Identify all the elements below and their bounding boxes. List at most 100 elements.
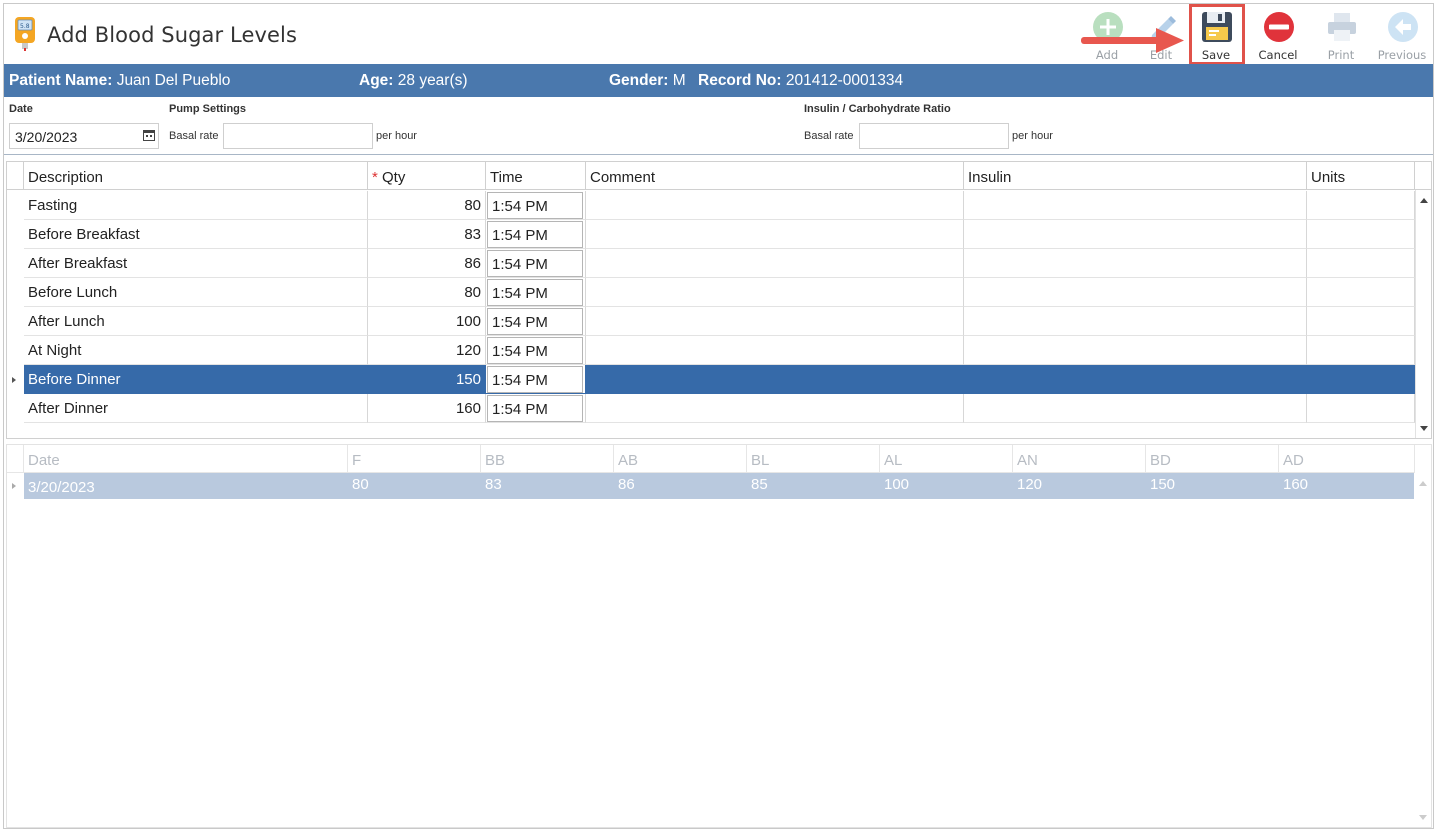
- units-cell[interactable]: [1307, 307, 1415, 336]
- table-row[interactable]: Before Lunch 80 1:54 PM: [7, 278, 1415, 307]
- insulin-cell[interactable]: [964, 365, 1307, 394]
- description-cell[interactable]: Fasting: [24, 191, 368, 220]
- header-description[interactable]: Description: [24, 162, 368, 190]
- time-input[interactable]: 1:54 PM: [487, 337, 583, 364]
- units-cell[interactable]: [1307, 191, 1415, 220]
- summary-header-cell[interactable]: BL: [747, 445, 880, 473]
- table-row[interactable]: Before Dinner 150 1:54 PM: [7, 365, 1415, 394]
- summary-grid: Date F BB AB BL AL AN BD AD 3/20/2023 80 83 86 85 100…: [6, 444, 1432, 828]
- qty-cell[interactable]: 83: [368, 220, 486, 249]
- comment-cell[interactable]: [586, 394, 964, 423]
- time-cell[interactable]: 1:54 PM: [486, 220, 586, 249]
- time-cell[interactable]: 1:54 PM: [486, 336, 586, 365]
- pump-basal-rate-input[interactable]: [223, 123, 373, 149]
- time-input[interactable]: 1:54 PM: [487, 395, 583, 422]
- time-input[interactable]: 1:54 PM: [487, 366, 583, 393]
- comment-cell[interactable]: [586, 278, 964, 307]
- table-row[interactable]: Fasting 80 1:54 PM: [7, 191, 1415, 220]
- table-row[interactable]: After Lunch 100 1:54 PM: [7, 307, 1415, 336]
- scroll-down-icon[interactable]: [1419, 815, 1427, 820]
- print-button[interactable]: Print: [1313, 7, 1369, 63]
- comment-cell[interactable]: [586, 191, 964, 220]
- qty-cell[interactable]: 120: [368, 336, 486, 365]
- time-cell[interactable]: 1:54 PM: [486, 249, 586, 278]
- time-input[interactable]: 1:54 PM: [487, 221, 583, 248]
- time-cell[interactable]: 1:54 PM: [486, 394, 586, 423]
- comment-cell[interactable]: [586, 365, 964, 394]
- scroll-up-icon[interactable]: [1419, 481, 1427, 486]
- time-cell[interactable]: 1:54 PM: [486, 307, 586, 336]
- divider: [4, 154, 1433, 155]
- description-cell[interactable]: At Night: [24, 336, 368, 365]
- units-cell[interactable]: [1307, 336, 1415, 365]
- qty-cell[interactable]: 160: [368, 394, 486, 423]
- table-row[interactable]: Before Breakfast 83 1:54 PM: [7, 220, 1415, 249]
- insulin-cell[interactable]: [964, 307, 1307, 336]
- time-input[interactable]: 1:54 PM: [487, 308, 583, 335]
- summary-header-cell[interactable]: AN: [1013, 445, 1146, 473]
- scroll-down-icon[interactable]: [1420, 426, 1428, 431]
- description-cell[interactable]: Before Lunch: [24, 278, 368, 307]
- qty-cell[interactable]: 80: [368, 191, 486, 220]
- comment-cell[interactable]: [586, 307, 964, 336]
- comment-cell[interactable]: [586, 249, 964, 278]
- summary-header-cell[interactable]: AB: [614, 445, 747, 473]
- summary-header-cell[interactable]: F: [348, 445, 481, 473]
- insulin-cell[interactable]: [964, 249, 1307, 278]
- summary-header-cell[interactable]: BB: [481, 445, 614, 473]
- save-highlight-box: [1189, 4, 1245, 65]
- patient-age: Age: 28 year(s): [359, 72, 468, 90]
- units-cell[interactable]: [1307, 394, 1415, 423]
- header-time[interactable]: Time: [486, 162, 586, 190]
- qty-cell[interactable]: 86: [368, 249, 486, 278]
- summary-header-cell[interactable]: BD: [1146, 445, 1279, 473]
- description-cell[interactable]: After Breakfast: [24, 249, 368, 278]
- description-cell[interactable]: After Dinner: [24, 394, 368, 423]
- summary-row[interactable]: 3/20/2023 80 83 86 85 100 120 150 160: [24, 473, 1414, 499]
- insulin-cell[interactable]: [964, 278, 1307, 307]
- header-insulin[interactable]: Insulin: [964, 162, 1307, 190]
- cancel-button[interactable]: Cancel: [1250, 7, 1306, 63]
- page-title: Add Blood Sugar Levels: [47, 23, 297, 47]
- time-cell[interactable]: 1:54 PM: [486, 191, 586, 220]
- date-field[interactable]: 3/20/2023: [9, 123, 159, 149]
- table-row[interactable]: After Breakfast 86 1:54 PM: [7, 249, 1415, 278]
- summary-cell: 120: [1017, 476, 1043, 493]
- time-cell[interactable]: 1:54 PM: [486, 365, 586, 394]
- scroll-up-icon[interactable]: [1420, 198, 1428, 203]
- description-cell[interactable]: Before Breakfast: [24, 220, 368, 249]
- insulin-cell[interactable]: [964, 191, 1307, 220]
- qty-cell[interactable]: 150: [368, 365, 486, 394]
- comment-cell[interactable]: [586, 336, 964, 365]
- comment-cell[interactable]: [586, 220, 964, 249]
- vertical-scrollbar[interactable]: [1415, 190, 1431, 438]
- title-bar: 5.8 Add Blood Sugar Levels Add Edit Save…: [4, 4, 1435, 65]
- calendar-icon[interactable]: [143, 129, 155, 141]
- time-input[interactable]: 1:54 PM: [487, 279, 583, 306]
- previous-button[interactable]: Previous: [1374, 7, 1430, 63]
- summary-header-cell[interactable]: AD: [1279, 445, 1415, 473]
- description-cell[interactable]: After Lunch: [24, 307, 368, 336]
- table-row[interactable]: After Dinner 160 1:54 PM: [7, 394, 1415, 423]
- table-row[interactable]: At Night 120 1:54 PM: [7, 336, 1415, 365]
- time-input[interactable]: 1:54 PM: [487, 250, 583, 277]
- time-input[interactable]: 1:54 PM: [487, 192, 583, 219]
- summary-scrollbar[interactable]: [1415, 473, 1431, 827]
- ratio-basal-rate-input[interactable]: [859, 123, 1009, 149]
- time-cell[interactable]: 1:54 PM: [486, 278, 586, 307]
- qty-cell[interactable]: 80: [368, 278, 486, 307]
- description-cell[interactable]: Before Dinner: [24, 365, 368, 394]
- insulin-cell[interactable]: [964, 394, 1307, 423]
- units-cell[interactable]: [1307, 278, 1415, 307]
- header-comment[interactable]: Comment: [586, 162, 964, 190]
- units-cell[interactable]: [1307, 365, 1415, 394]
- header-units[interactable]: Units: [1307, 162, 1415, 190]
- summary-header-cell[interactable]: Date: [24, 445, 348, 473]
- summary-header-cell[interactable]: AL: [880, 445, 1013, 473]
- units-cell[interactable]: [1307, 220, 1415, 249]
- insulin-cell[interactable]: [964, 336, 1307, 365]
- units-cell[interactable]: [1307, 249, 1415, 278]
- insulin-cell[interactable]: [964, 220, 1307, 249]
- qty-cell[interactable]: 100: [368, 307, 486, 336]
- header-qty[interactable]: * Qty: [368, 162, 486, 190]
